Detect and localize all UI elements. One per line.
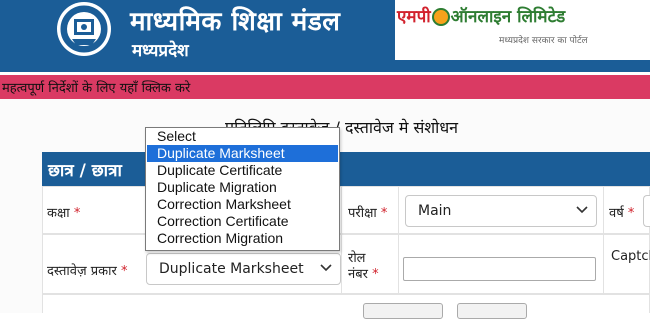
action-button[interactable]	[363, 303, 443, 319]
form-row-actions	[42, 294, 650, 313]
section-header: छात्र / छात्रा	[42, 152, 650, 186]
mponline-globe-icon	[431, 8, 450, 26]
divider	[341, 187, 342, 233]
divider	[341, 235, 342, 293]
board-title: माध्यमिक शिक्षा मंडल	[130, 7, 341, 37]
chevron-down-icon	[576, 206, 588, 214]
mponline-tagline: मध्यप्रदेश सरकार का पोर्टल	[499, 36, 588, 46]
exam-select[interactable]: Main	[405, 195, 597, 227]
divider	[603, 235, 604, 293]
year-select[interactable]	[643, 195, 650, 227]
form-row-doctype-roll: दस्तावेज़ प्रकार * Duplicate Marksheet र…	[42, 234, 650, 294]
section-title: छात्र / छात्रा	[48, 161, 122, 181]
board-emblem-logo	[57, 2, 111, 56]
form-row-class-exam-year: कक्षा * परीक्षा * Main वर्ष *	[42, 186, 650, 234]
class-label: कक्षा *	[47, 206, 81, 221]
divider	[398, 187, 399, 233]
dropdown-option-select[interactable]: Select	[147, 128, 338, 145]
divider	[398, 235, 399, 293]
notice-link[interactable]: महत्वपूर्ण निर्देशों के लिए यहाँ क्लिक क…	[2, 78, 190, 96]
document-type-dropdown-list[interactable]: Select Duplicate Marksheet Duplicate Cer…	[145, 127, 340, 251]
dropdown-option-correction-marksheet[interactable]: Correction Marksheet	[147, 196, 338, 213]
captcha-label: Captch	[611, 249, 650, 264]
divider	[603, 187, 604, 233]
dropdown-option-duplicate-marksheet[interactable]: Duplicate Marksheet	[147, 145, 338, 162]
mponline-logo: एमपी ऑनलाइन लिमिटेड मध्यप्रदेश सरकार का प…	[395, 0, 650, 60]
document-type-label: दस्तावेज़ प्रकार *	[47, 264, 128, 279]
roll-number-input[interactable]	[403, 257, 596, 281]
dropdown-option-correction-certificate[interactable]: Correction Certificate	[147, 213, 338, 230]
mponline-wordmark: एमपी ऑनलाइन लिमिटेड	[397, 7, 566, 27]
roll-number-label: रोल नंबर *	[348, 251, 379, 282]
notice-banner[interactable]: महत्वपूर्ण निर्देशों के लिए यहाँ क्लिक क…	[0, 75, 650, 99]
dropdown-option-duplicate-certificate[interactable]: Duplicate Certificate	[147, 162, 338, 179]
board-subtitle: मध्यप्रदेश	[132, 41, 189, 61]
site-header: माध्यमिक शिक्षा मंडल मध्यप्रदेश एमपी ऑनला…	[0, 0, 650, 72]
chevron-down-icon	[320, 264, 332, 272]
document-type-select[interactable]: Duplicate Marksheet	[146, 253, 341, 285]
year-label: वर्ष *	[609, 206, 635, 221]
dropdown-option-correction-migration[interactable]: Correction Migration	[147, 230, 338, 247]
exam-label: परीक्षा *	[348, 206, 388, 221]
action-button[interactable]	[457, 303, 527, 319]
dropdown-option-duplicate-migration[interactable]: Duplicate Migration	[147, 179, 338, 196]
